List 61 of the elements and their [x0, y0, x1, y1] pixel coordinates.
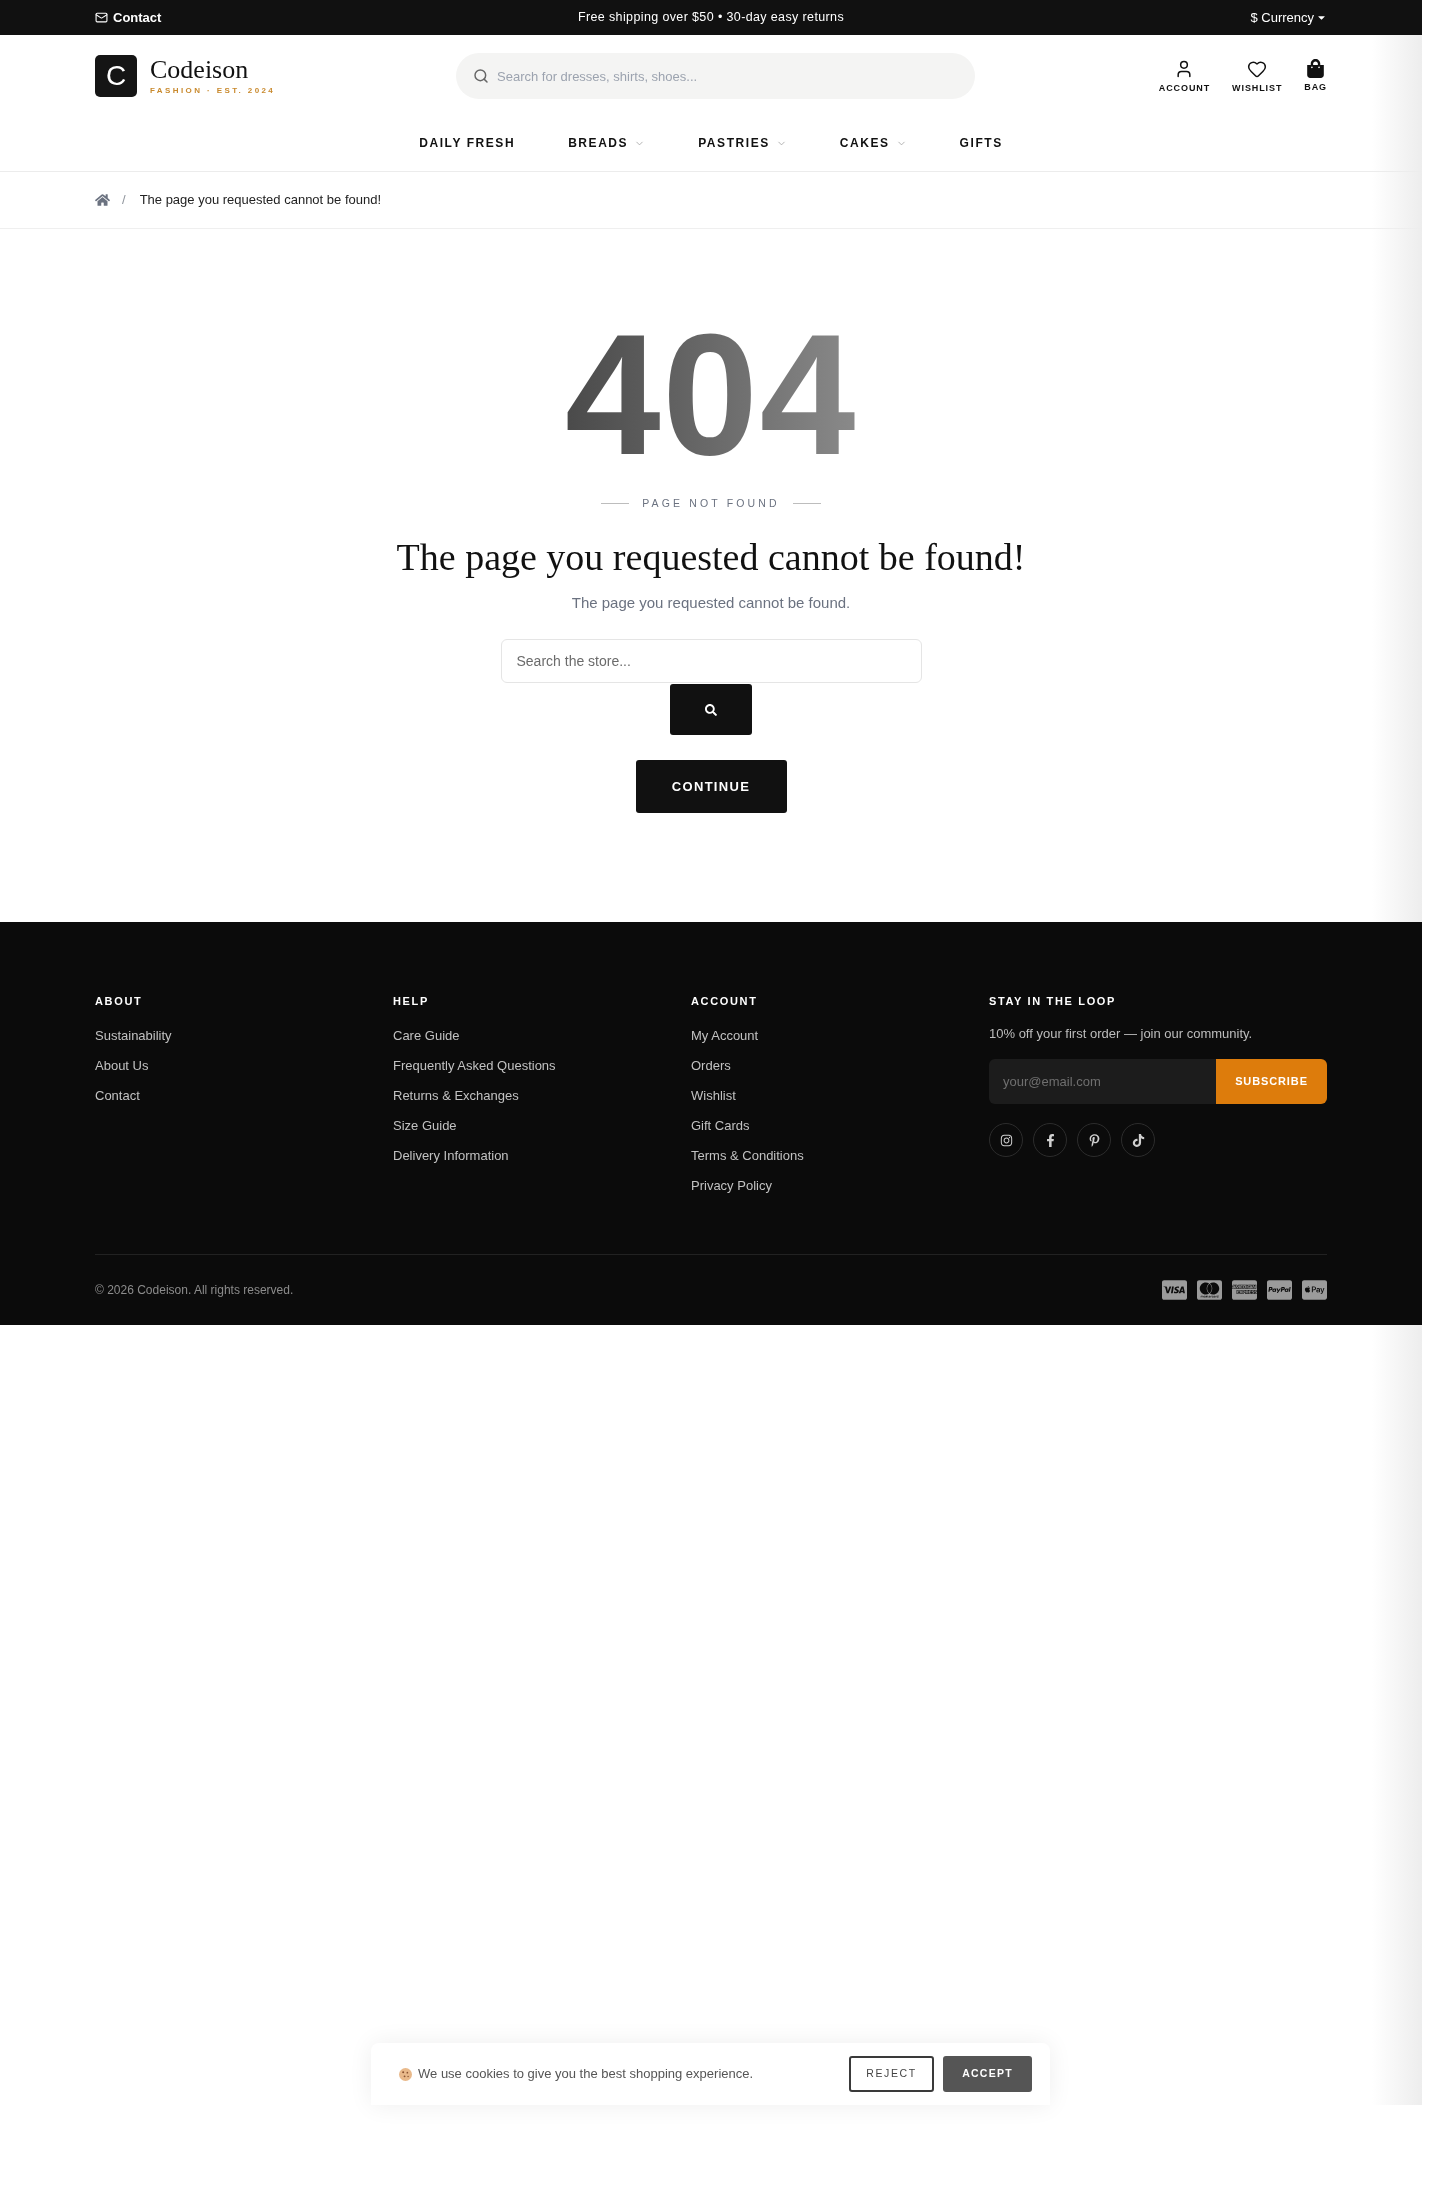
footer-link[interactable]: Orders	[691, 1056, 731, 1076]
footer-link[interactable]: Terms & Conditions	[691, 1146, 804, 1166]
footer-link[interactable]: Wishlist	[691, 1086, 736, 1106]
footer-link[interactable]: About Us	[95, 1056, 149, 1076]
header-action-button[interactable]: ACCOUNT	[1158, 58, 1211, 94]
footer-heading: HELP	[393, 994, 430, 1009]
brand-name: Codeison	[150, 55, 250, 84]
nav-link[interactable]: PASTRIES	[698, 129, 787, 157]
header-action-button[interactable]: BAG	[1304, 59, 1327, 93]
accept-button[interactable]: ACCEPT	[943, 2056, 1032, 2092]
contact-link[interactable]: Contact	[95, 7, 162, 28]
shopping-bag-icon	[1307, 59, 1325, 78]
paypal-icon	[1267, 1278, 1292, 1302]
logo-mark: C	[95, 55, 137, 97]
newsletter-text: 10% off your first order — join our community.	[989, 1025, 1254, 1043]
brand-tagline: FASHION · EST. 2024	[150, 84, 276, 97]
nav-link[interactable]: BREADS	[568, 129, 646, 157]
nav-link[interactable]: DAILY FRESH	[419, 129, 516, 157]
breadcrumb-current: The page you requested cannot be found!	[139, 191, 382, 210]
footer-link[interactable]: Size Guide	[393, 1116, 457, 1136]
footer-heading: ABOUT	[95, 994, 144, 1009]
page-not-found-label: PAGE NOT FOUND	[642, 496, 780, 511]
reject-button[interactable]: REJECT	[849, 2056, 934, 2092]
footer-heading: STAY IN THE LOOP	[989, 994, 1118, 1009]
apple-pay-icon	[1302, 1278, 1327, 1302]
cookie-message: We use cookies to give you the best shopping experience.	[418, 2065, 754, 2084]
amex-card-icon	[1232, 1278, 1257, 1302]
footer-link[interactable]: Frequently Asked Questions	[393, 1056, 556, 1076]
error-message: The page you requested cannot be found.	[571, 593, 851, 613]
footer-heading: ACCOUNT	[691, 994, 759, 1009]
footer-link[interactable]: Sustainability	[95, 1026, 172, 1046]
home-icon[interactable]	[95, 193, 110, 207]
footer-link[interactable]: Contact	[95, 1086, 140, 1106]
search-icon	[473, 68, 489, 84]
mastercard-icon	[1197, 1278, 1222, 1302]
header-action-button[interactable]: WISHLIST	[1232, 58, 1283, 94]
search-icon	[705, 703, 717, 716]
currency-selector[interactable]: $ Currency	[1250, 7, 1327, 28]
email-field[interactable]: your@email.com	[989, 1059, 1216, 1104]
search-field[interactable]: Search for dresses, shirts, shoes...	[456, 53, 975, 99]
footer-link[interactable]: Delivery Information	[393, 1146, 509, 1166]
error-title: The page you requested cannot be found!	[396, 535, 1026, 579]
tiktok-icon	[1131, 1133, 1145, 1147]
heart-icon	[1247, 58, 1268, 79]
visa-card-icon	[1162, 1278, 1187, 1302]
footer-link[interactable]: Care Guide	[393, 1026, 460, 1046]
mail-icon	[95, 11, 108, 24]
copyright-text: © 2026 Codeison. All rights reserved.	[95, 1282, 294, 1299]
instagram-icon	[999, 1133, 1013, 1147]
breadcrumb-separator: /	[122, 191, 126, 210]
footer-link[interactable]: Gift Cards	[691, 1116, 750, 1136]
footer-link[interactable]: Returns & Exchanges	[393, 1086, 519, 1106]
store-search-field[interactable]: Search the store...	[500, 639, 922, 683]
footer-link[interactable]: My Account	[691, 1026, 759, 1046]
nav-link[interactable]: CAKES	[839, 129, 907, 157]
cookie-icon	[399, 2067, 412, 2081]
pinterest-icon	[1087, 1133, 1101, 1147]
nav-link[interactable]: GIFTS	[959, 129, 1003, 157]
promo-text: Free shipping over $50 • 30-day easy returns	[577, 9, 845, 27]
footer-link[interactable]: Privacy Policy	[691, 1176, 772, 1196]
continue-button[interactable]: CONTINUE	[635, 760, 787, 813]
